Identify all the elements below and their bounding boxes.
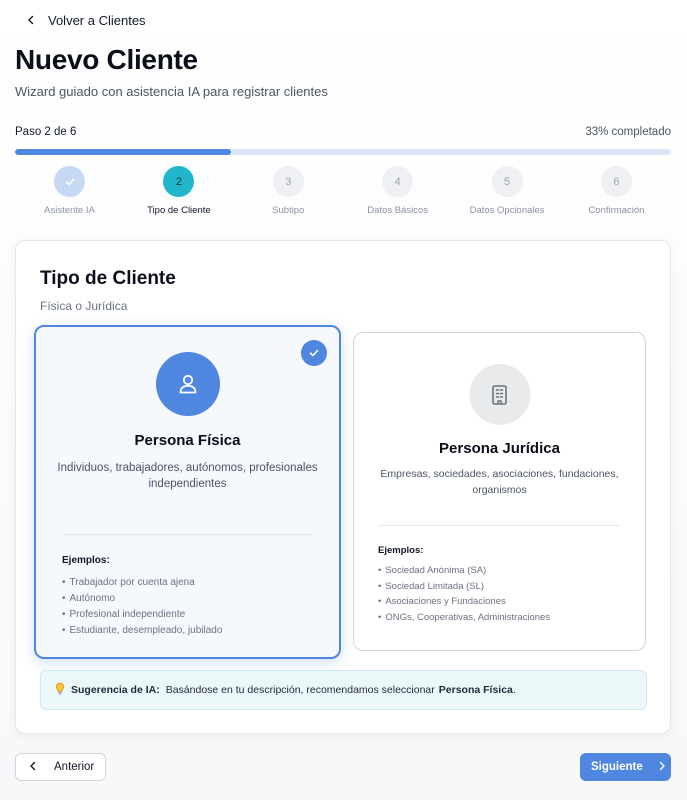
option-persona-fisica[interactable]: Persona Física Individuos, trabajadores,… [34,325,341,659]
step-label: Subtipo [272,205,305,216]
back-to-clients-button[interactable]: Volver a Clientes [14,6,158,34]
step-counter: Paso 2 de 6 [15,126,77,138]
step-3: 3 Subtipo [234,166,343,220]
option-description: Empresas, sociedades, asociaciones, fund… [380,468,619,496]
progress-fill [15,149,232,155]
chevron-left-icon [28,761,38,774]
card-title: Tipo de Cliente [40,268,176,289]
back-label: Volver a Clientes [48,12,146,28]
example-item: Asociaciones y Fundaciones [378,594,550,610]
examples-list: Trabajador por cuenta ajena Autónomo Pro… [62,575,223,639]
step-6: 6 Confirmación [562,166,671,220]
step-1: Asistente IA [15,166,124,220]
client-type-card: Tipo de Cliente Física o Jurídica Person… [15,240,671,734]
step-number: 5 [491,166,523,197]
step-4: 4 Datos Básicos [343,166,452,220]
completion-percent: 33% completado [585,126,671,138]
ai-tip-text: Basándose en tu descripción, recomendamo… [165,684,435,696]
example-item: Profesional independiente [62,607,222,623]
chevron-right-icon [657,761,667,774]
page-subtitle: Wizard guiado con asistencia IA para reg… [15,84,328,99]
step-label: Asistente IA [44,205,95,216]
next-label: Siguiente [591,761,643,773]
previous-button[interactable]: Anterior [15,753,106,781]
example-item: Trabajador por cuenta ajena [62,575,222,591]
chevron-left-icon [26,13,36,27]
example-item: Autónomo [62,591,222,607]
next-button[interactable]: Siguiente [580,753,671,781]
card-subtitle: Física o Jurídica [40,299,128,313]
example-item: Estudiante, desempleado, jubilado [62,623,223,639]
ai-tip-highlight: Persona Física [438,684,513,696]
selected-check-icon [301,340,327,366]
ai-tip-suffix: . [512,684,516,696]
step-number: 6 [600,166,632,197]
option-title: Persona Jurídica [439,440,560,457]
examples-label: Ejemplos: [378,545,424,556]
lightbulb-icon [55,682,65,698]
examples-list: Sociedad Anónima (SA) Sociedad Limitada … [378,563,550,625]
option-persona-juridica[interactable]: Persona Jurídica Empresas, sociedades, a… [353,332,646,651]
example-item: ONGs, Cooperativas, Administraciones [378,610,550,626]
step-label: Confirmación [588,205,645,216]
step-number: 2 [163,166,195,197]
example-item: Sociedad Anónima (SA) [378,563,550,579]
stepper: Asistente IA 2 Tipo de Cliente 3 Subtipo 4 Dat… [15,166,671,220]
divider [62,534,313,535]
ai-tip-prefix: Sugerencia de IA: [71,684,160,696]
step-label: Datos Básicos [367,205,429,216]
step-number: 4 [382,166,414,197]
check-icon [54,166,85,197]
building-icon [469,364,530,425]
examples-label: Ejemplos: [62,555,110,566]
ai-suggestion: Sugerencia de IA: Basándose en tu descri… [40,670,647,710]
user-icon [155,352,220,416]
divider [378,525,621,526]
progress-bar [15,149,671,155]
step-label: Tipo de Cliente [147,205,211,216]
step-number: 3 [272,166,304,197]
option-description: Individuos, trabajadores, autónomos, pro… [57,462,318,490]
page-title: Nuevo Cliente [15,44,198,75]
previous-label: Anterior [54,761,95,773]
step-2: 2 Tipo de Cliente [124,166,233,220]
example-item: Sociedad Limitada (SL) [378,579,550,595]
step-5: 5 Datos Opcionales [453,166,562,220]
step-label: Datos Opcionales [469,205,545,216]
option-title: Persona Física [134,432,241,449]
